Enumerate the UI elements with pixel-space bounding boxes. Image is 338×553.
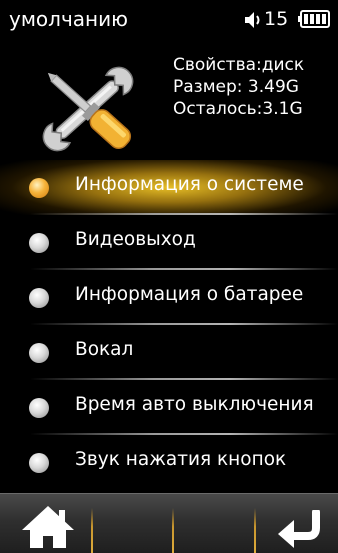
- radio-bullet-icon: [29, 233, 49, 253]
- toolbar-separator: [91, 508, 93, 553]
- storage-info: Свойства:диск Размер: 3.49G Осталось:3.1…: [173, 54, 304, 120]
- radio-bullet-icon: [29, 178, 49, 198]
- menu-item-vocal[interactable]: Вокал: [0, 325, 338, 380]
- menu-item-label: Информация о батарее: [75, 284, 304, 305]
- menu-item-button-sound[interactable]: Звук нажатия кнопок: [0, 435, 338, 490]
- storage-size: Размер: 3.49G: [173, 77, 299, 97]
- settings-menu: Информация о системе Видеовыход Информац…: [0, 160, 338, 490]
- back-button[interactable]: [272, 508, 328, 550]
- status-title: умолчанию: [9, 7, 128, 31]
- menu-item-video-output[interactable]: Видеовыход: [0, 215, 338, 270]
- menu-item-label: Время авто выключения: [75, 394, 314, 415]
- status-bar: умолчанию 15: [0, 0, 338, 40]
- back-arrow-icon: [278, 508, 320, 548]
- storage-remaining: Осталось:3.1G: [173, 99, 303, 119]
- menu-item-label: Видеовыход: [75, 229, 196, 250]
- menu-item-label: Звук нажатия кнопок: [75, 449, 287, 470]
- radio-bullet-icon: [29, 288, 49, 308]
- home-button[interactable]: [18, 502, 78, 550]
- battery-icon: [298, 10, 330, 28]
- menu-item-label: Информация о системе: [75, 174, 304, 195]
- radio-bullet-icon: [29, 343, 49, 363]
- bottom-toolbar: [0, 493, 338, 553]
- menu-item-auto-power-off[interactable]: Время авто выключения: [0, 380, 338, 435]
- toolbar-separator: [172, 508, 174, 553]
- storage-properties: Свойства:диск: [173, 55, 305, 75]
- menu-item-system-info[interactable]: Информация о системе: [0, 160, 338, 215]
- menu-item-battery-info[interactable]: Информация о батарее: [0, 270, 338, 325]
- radio-bullet-icon: [29, 453, 49, 473]
- tools-icon: [42, 66, 134, 152]
- menu-item-label: Вокал: [75, 339, 134, 360]
- volume-value: 15: [264, 8, 289, 30]
- speaker-icon: [245, 12, 260, 28]
- settings-screen: умолчанию 15 Свойства:диск Размер: 3.49G…: [0, 0, 338, 553]
- radio-bullet-icon: [29, 398, 49, 418]
- home-icon: [22, 506, 74, 548]
- toolbar-separator: [254, 508, 256, 553]
